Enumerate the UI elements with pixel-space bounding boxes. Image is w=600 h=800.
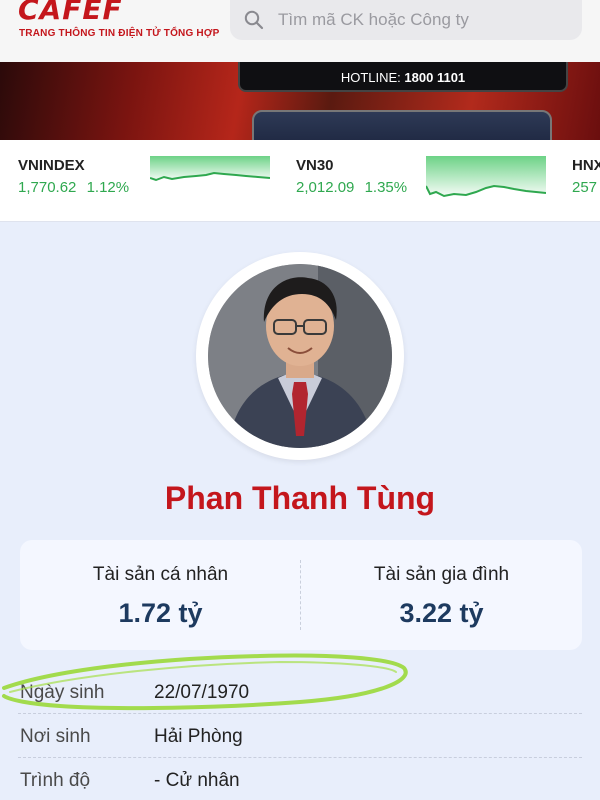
banner-image [252, 110, 552, 140]
personal-assets-value: 1.72 tỷ [118, 598, 203, 628]
market-ticker: VNINDEX 1,770.62 1.12% VN30 2,012.09 1.3… [0, 140, 600, 222]
assets-card: Tài sản cá nhân 1.72 tỷ Tài sản gia đình… [20, 540, 582, 650]
search-input[interactable]: Tìm mã CK hoặc Công ty [230, 0, 582, 40]
info-label: Nơi sinh [20, 726, 91, 747]
search-placeholder: Tìm mã CK hoặc Công ty [278, 10, 469, 29]
ticker-item-hnx[interactable]: HNX 257 [572, 157, 600, 196]
ticker-item-vnindex[interactable]: VNINDEX 1,770.62 1.12% [18, 157, 129, 196]
ad-banner[interactable]: HOTLINE: 1800 1101 [0, 62, 600, 140]
person-photo [208, 264, 392, 448]
info-value: Hải Phòng [154, 726, 243, 747]
site-header: CAFEF TRANG THÔNG TIN ĐIỆN TỬ TỔNG HỢP T… [0, 0, 600, 62]
info-row-birthplace: Nơi sinh Hải Phòng [18, 714, 582, 758]
ticker-value: 1,770.62 [18, 179, 77, 196]
avatar [208, 264, 392, 448]
family-assets-value: 3.22 tỷ [399, 598, 484, 628]
family-assets: Tài sản gia đình 3.22 tỷ [301, 564, 582, 629]
info-value: - Cử nhân [154, 770, 240, 791]
search-icon[interactable] [244, 10, 264, 30]
info-row-birthdate: Ngày sinh 22/07/1970 [18, 670, 582, 714]
ticker-item-vn30[interactable]: VN30 2,012.09 1.35% [296, 157, 407, 196]
site-logo[interactable]: CAFEF [18, 0, 123, 24]
ticker-change: 1.12% [86, 179, 130, 196]
ticker-name: VNINDEX [18, 157, 85, 174]
info-row-education: Trình độ - Cử nhân [18, 758, 582, 800]
info-value: 22/07/1970 [154, 682, 250, 703]
hotline-number: 1800 1101 [404, 70, 466, 85]
ticker-change: 1.35% [364, 179, 408, 196]
hotline-label: HOTLINE: [340, 70, 401, 85]
ticker-name: VN30 [296, 157, 334, 174]
info-label: Trình độ [20, 770, 91, 791]
sparkline-vn30 [426, 156, 546, 198]
sparkline-vnindex [150, 156, 270, 182]
profile-name: Phan Thanh Tùng [164, 480, 436, 516]
hotline-box: HOTLINE: 1800 1101 [238, 62, 568, 92]
family-assets-label: Tài sản gia đình [373, 564, 510, 585]
logo-tagline: TRANG THÔNG TIN ĐIỆN TỬ TỔNG HỢP [19, 28, 220, 39]
personal-assets: Tài sản cá nhân 1.72 tỷ [20, 564, 301, 629]
ticker-name: HNX [572, 157, 600, 174]
personal-assets-label: Tài sản cá nhân [92, 564, 229, 585]
info-label: Ngày sinh [20, 682, 105, 703]
ticker-value: 2,012.09 [296, 179, 355, 196]
ticker-value: 257 [572, 179, 598, 196]
